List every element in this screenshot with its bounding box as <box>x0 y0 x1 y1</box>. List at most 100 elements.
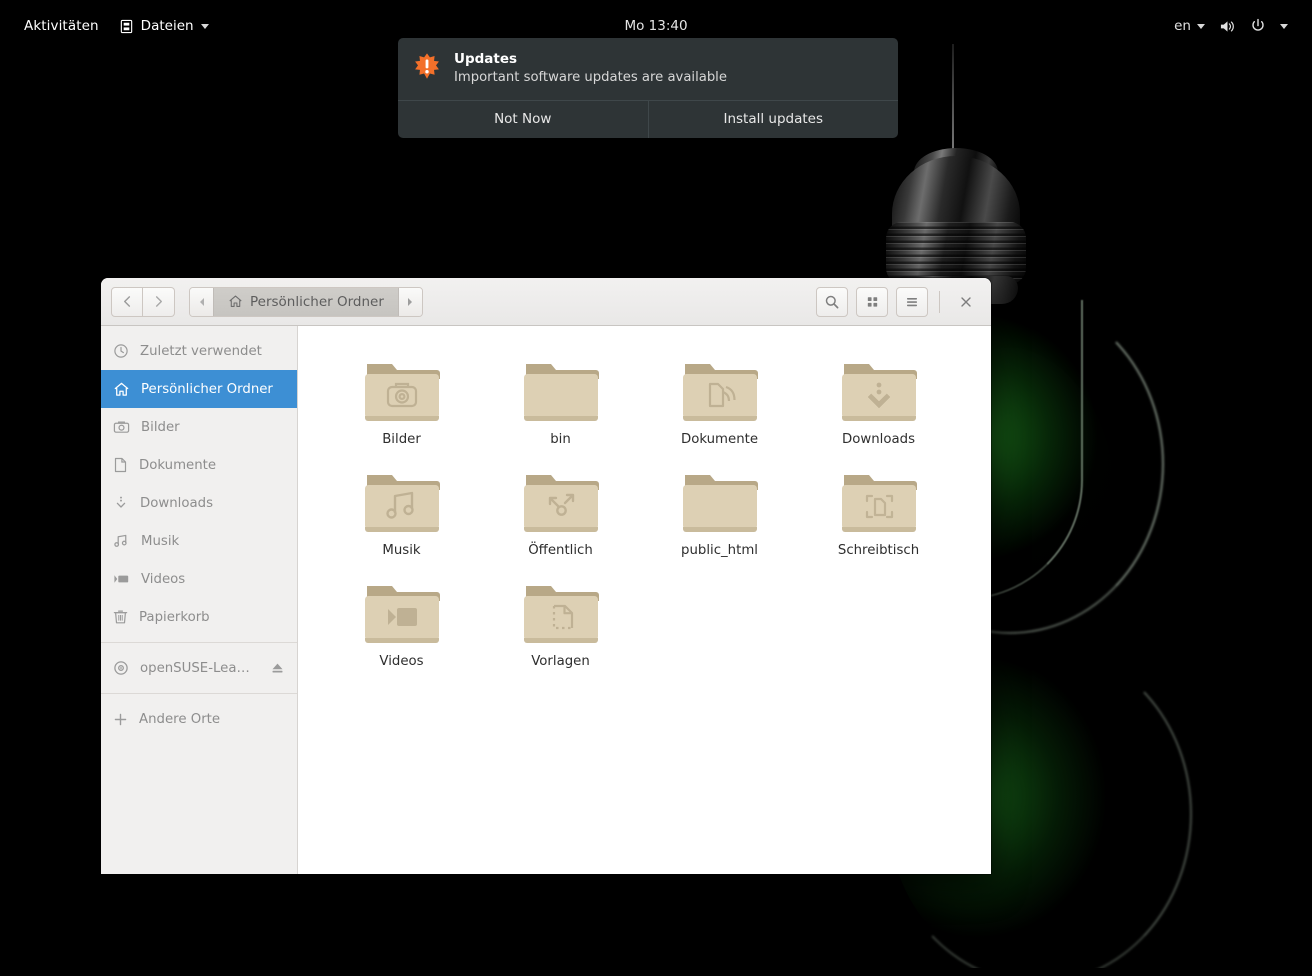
trash-icon <box>113 609 128 625</box>
sidebar-item-label: Persönlicher Ordner <box>141 381 273 397</box>
notification-actions: Not Now Install updates <box>398 100 899 139</box>
file-item[interactable]: Videos <box>322 570 481 669</box>
keyboard-layout-label: en <box>1174 18 1191 34</box>
keyboard-layout-button[interactable]: en <box>1174 18 1205 34</box>
file-item[interactable]: bin <box>481 348 640 447</box>
files-icon <box>119 19 134 34</box>
video-icon <box>113 572 130 586</box>
folder-icon <box>677 354 763 426</box>
eject-icon[interactable] <box>270 661 285 675</box>
sidebar-item-other-locations[interactable]: Andere Orte <box>101 700 297 738</box>
breadcrumb: Persönlicher Ordner <box>189 286 423 317</box>
sidebar-item-label: Zuletzt verwendet <box>140 343 262 359</box>
camera-icon <box>113 419 130 435</box>
sidebar-item-label: Bilder <box>141 419 180 435</box>
system-menu-chevron-icon[interactable] <box>1280 23 1288 29</box>
navigation-buttons <box>111 286 175 317</box>
back-button[interactable] <box>111 286 143 317</box>
notification-title: Updates <box>454 51 518 67</box>
sidebar-item-label: Dokumente <box>139 457 217 473</box>
folder-icon <box>518 354 604 426</box>
folder-icon <box>359 576 445 648</box>
sidebar-item-music[interactable]: Musik <box>101 522 297 560</box>
chevron-down-icon <box>200 23 209 29</box>
search-button[interactable] <box>816 286 848 317</box>
activities-button[interactable]: Aktivitäten <box>24 18 99 34</box>
sidebar-item-pictures[interactable]: Bilder <box>101 408 297 446</box>
sidebar-divider <box>101 642 297 643</box>
sidebar-item-home[interactable]: Persönlicher Ordner <box>101 370 297 408</box>
file-grid-view: Bilder bin Dokumente Downloads Musik Öff… <box>298 326 991 874</box>
sidebar-item-trash[interactable]: Papierkorb <box>101 598 297 636</box>
app-menu-button[interactable]: Dateien <box>119 18 209 34</box>
file-item[interactable]: Öffentlich <box>481 459 640 558</box>
disc-icon <box>113 660 129 676</box>
clock-icon <box>113 343 129 359</box>
file-name: Dokumente <box>680 432 759 447</box>
folder-icon <box>518 576 604 648</box>
file-name: bin <box>550 432 571 447</box>
sidebar-item-recent[interactable]: Zuletzt verwendet <box>101 332 297 370</box>
file-item[interactable]: Downloads <box>799 348 958 447</box>
file-item[interactable]: Musik <box>322 459 481 558</box>
home-icon <box>228 294 243 309</box>
forward-button[interactable] <box>143 286 175 317</box>
update-warning-icon <box>412 50 442 87</box>
file-grid: Bilder bin Dokumente Downloads Musik Öff… <box>322 348 967 669</box>
file-name: Musik <box>382 543 421 558</box>
sidebar-item-label: openSUSE-Lea… <box>140 660 250 676</box>
file-name: Schreibtisch <box>837 543 920 558</box>
file-name: public_html <box>681 543 758 558</box>
file-manager-window: Persönlicher Ordner Zuletzt verwendet Pe… <box>101 278 991 874</box>
sidebar-divider-2 <box>101 693 297 694</box>
file-item[interactable]: public_html <box>640 459 799 558</box>
update-notification: Updates Important software updates are a… <box>398 38 899 139</box>
window-headerbar: Persönlicher Ordner <box>101 278 991 326</box>
plus-icon <box>113 712 128 727</box>
home-icon <box>113 381 130 398</box>
chevron-down-icon <box>1197 23 1205 29</box>
close-button[interactable] <box>951 287 981 317</box>
sidebar-item-label: Papierkorb <box>139 609 210 625</box>
file-name: Bilder <box>382 432 421 447</box>
breadcrumb-item-home[interactable]: Persönlicher Ordner <box>213 287 399 316</box>
power-icon[interactable] <box>1250 18 1266 34</box>
menu-button[interactable] <box>896 286 928 317</box>
file-item[interactable]: Schreibtisch <box>799 459 958 558</box>
sidebar-item-documents[interactable]: Dokumente <box>101 446 297 484</box>
places-sidebar: Zuletzt verwendet Persönlicher Ordner Bi… <box>101 326 298 874</box>
view-grid-button[interactable] <box>856 286 888 317</box>
folder-icon <box>836 354 922 426</box>
not-now-button[interactable]: Not Now <box>398 101 648 138</box>
file-name: Videos <box>379 654 424 669</box>
sidebar-item-label: Andere Orte <box>139 711 221 727</box>
sidebar-item-downloads[interactable]: Downloads <box>101 484 297 522</box>
file-item[interactable]: Bilder <box>322 348 481 447</box>
breadcrumb-scroll-left[interactable] <box>190 287 213 316</box>
breadcrumb-label: Persönlicher Ordner <box>250 293 384 310</box>
folder-icon <box>359 354 445 426</box>
header-separator <box>939 290 940 313</box>
volume-icon[interactable] <box>1219 19 1236 34</box>
sidebar-item-label: Downloads <box>140 495 214 511</box>
desktop: Aktivitäten Dateien Mo 13:40 en Updates … <box>8 8 1304 968</box>
file-name: Öffentlich <box>528 543 593 558</box>
file-item[interactable]: Dokumente <box>640 348 799 447</box>
music-icon <box>113 533 130 549</box>
file-item[interactable]: Vorlagen <box>481 570 640 669</box>
document-icon <box>113 457 128 473</box>
notification-subtitle: Important software updates are available <box>454 70 727 86</box>
sidebar-item-label: Videos <box>141 571 186 587</box>
download-icon <box>113 495 129 511</box>
folder-icon <box>518 465 604 537</box>
file-name: Downloads <box>841 432 916 447</box>
file-name: Vorlagen <box>531 654 590 669</box>
folder-icon <box>836 465 922 537</box>
install-updates-button[interactable]: Install updates <box>647 101 899 139</box>
sidebar-item-device[interactable]: openSUSE-Lea… <box>101 649 297 687</box>
sidebar-item-videos[interactable]: Videos <box>101 560 297 598</box>
bulb-wire <box>952 36 954 160</box>
folder-icon <box>359 465 445 537</box>
folder-icon <box>677 465 763 537</box>
breadcrumb-scroll-right[interactable] <box>398 287 422 316</box>
